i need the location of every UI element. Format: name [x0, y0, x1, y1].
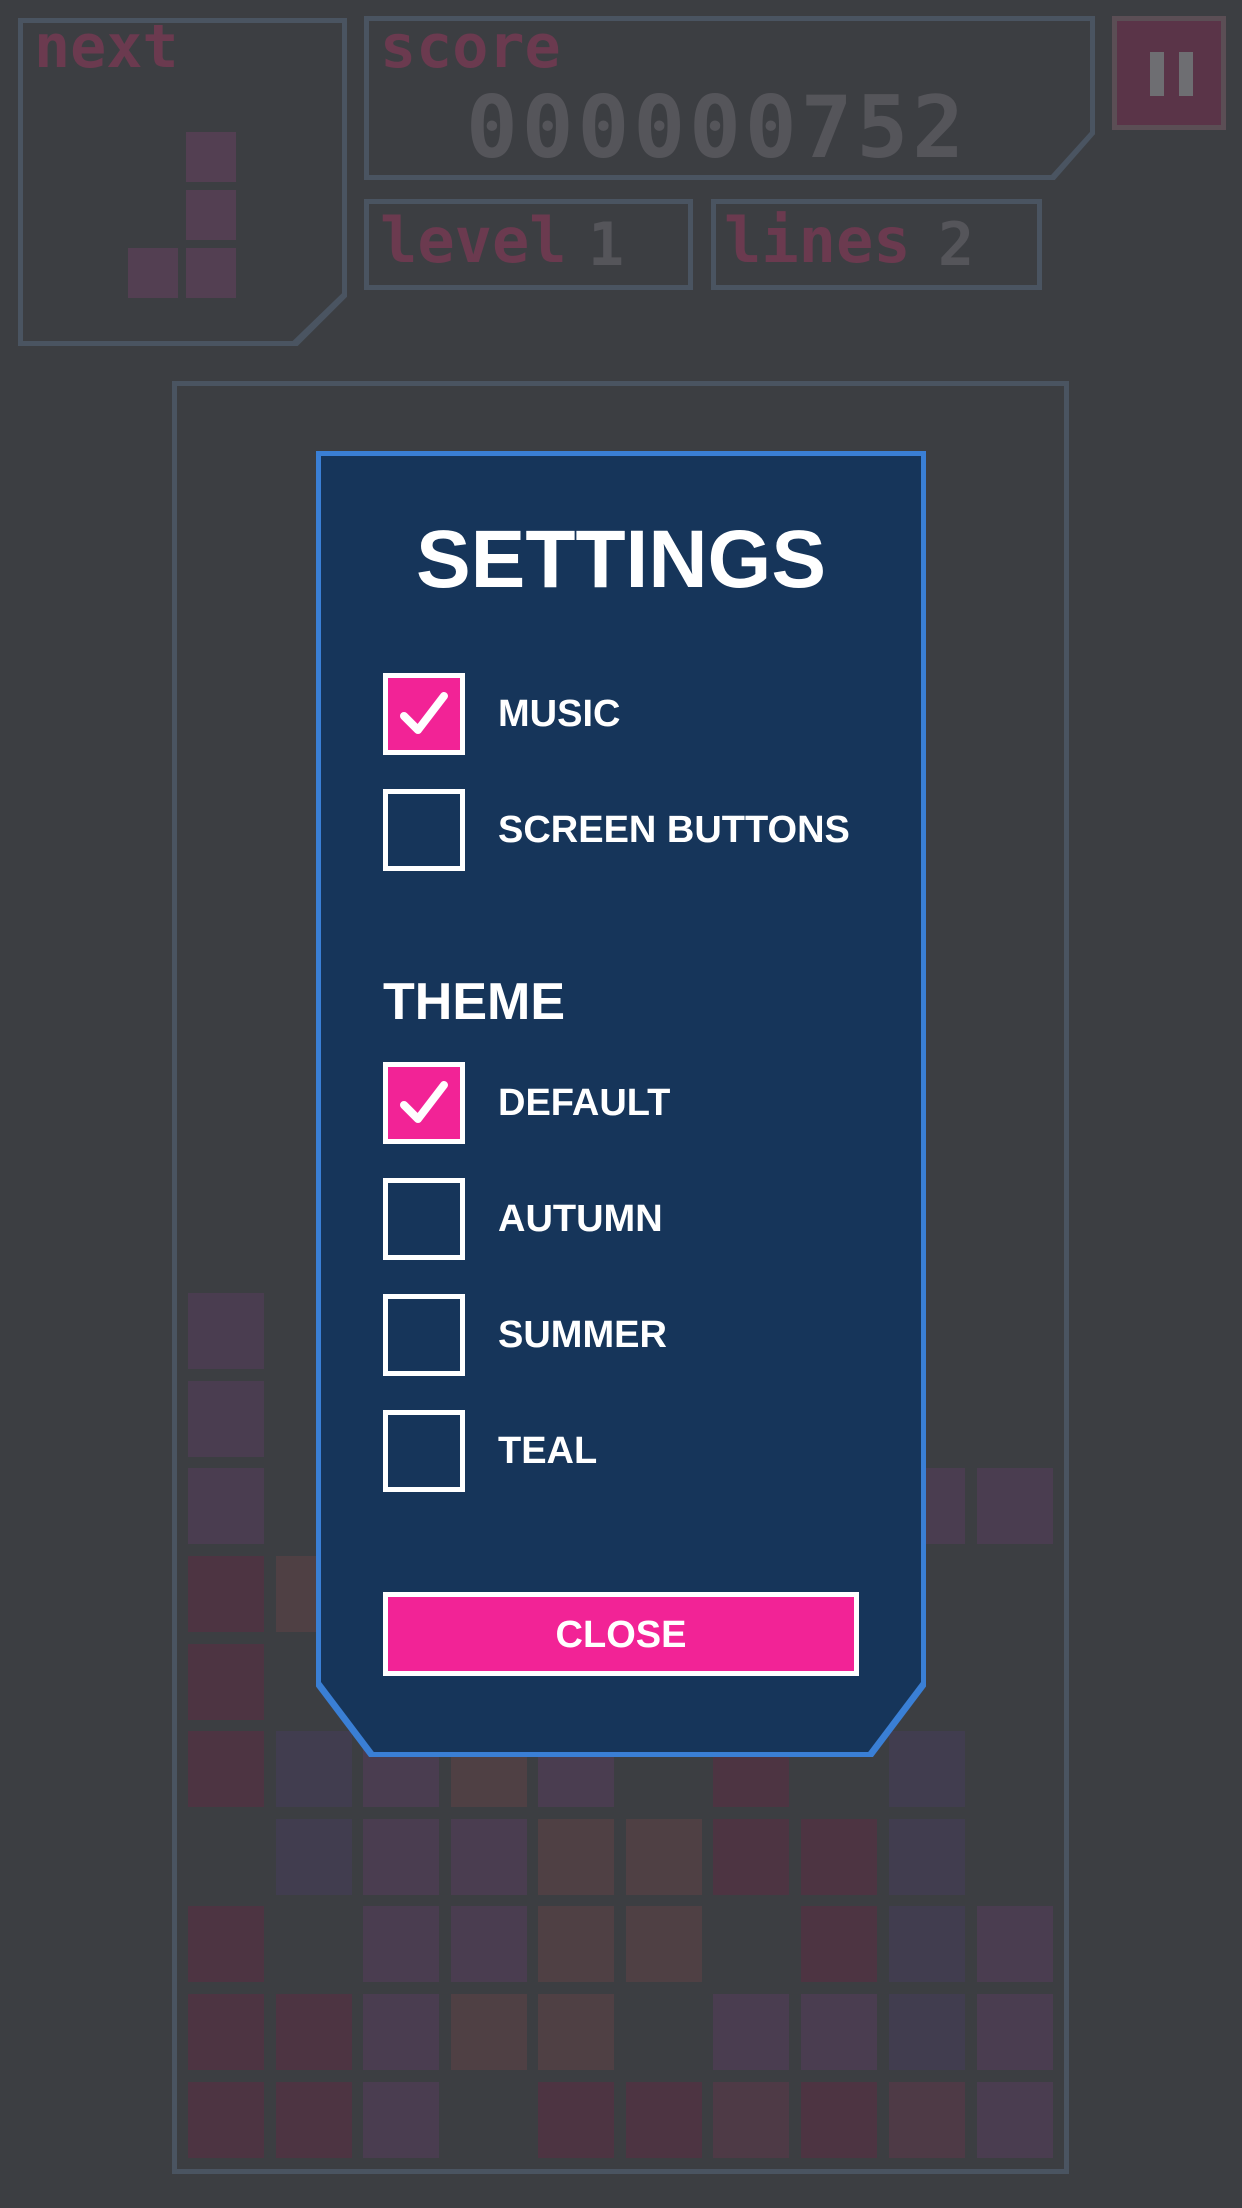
pause-button[interactable] [1112, 16, 1226, 130]
board-block [188, 1556, 264, 1632]
board-block [188, 1293, 264, 1369]
board-block [363, 1906, 439, 1982]
board-block [713, 2082, 789, 2158]
score-value: 000000752 [466, 78, 968, 178]
theme-default-checkbox[interactable] [383, 1062, 465, 1144]
board-block [451, 1906, 527, 1982]
board-block [889, 1731, 965, 1807]
board-block [977, 1994, 1053, 2070]
board-block [276, 1731, 352, 1807]
theme-default-label: DEFAULT [498, 1082, 671, 1124]
board-block [977, 1468, 1053, 1544]
board-block [713, 1819, 789, 1895]
board-block [188, 1994, 264, 2070]
board-block [801, 2082, 877, 2158]
next-label: next [34, 12, 179, 82]
theme-heading: THEME [383, 973, 565, 1031]
board-block [626, 2082, 702, 2158]
next-piece-block [128, 248, 178, 298]
theme-teal-checkbox[interactable] [383, 1410, 465, 1492]
board-block [626, 1906, 702, 1982]
board-block [188, 1906, 264, 1982]
board-block [889, 2082, 965, 2158]
board-block [801, 1819, 877, 1895]
checkmark-icon [400, 1081, 448, 1123]
screen-buttons-checkbox[interactable] [383, 789, 465, 871]
board-block [538, 1819, 614, 1895]
board-block [276, 1819, 352, 1895]
board-block [276, 1994, 352, 2070]
theme-summer-checkbox[interactable] [383, 1294, 465, 1376]
board-block [188, 1644, 264, 1720]
pause-icon [1179, 52, 1193, 96]
pause-icon [1150, 52, 1164, 96]
close-button[interactable]: CLOSE [383, 1592, 859, 1676]
board-block [188, 1381, 264, 1457]
board-block [188, 1731, 264, 1807]
board-block [889, 1994, 965, 2070]
lines-label: lines [724, 204, 911, 277]
settings-title: SETTINGS [415, 514, 827, 605]
screen-buttons-label: SCREEN BUTTONS [498, 809, 850, 851]
theme-teal-label: TEAL [498, 1430, 598, 1472]
next-piece-block [186, 190, 236, 240]
theme-autumn-label: AUTUMN [498, 1198, 663, 1240]
board-block [801, 1906, 877, 1982]
level-value: 1 [588, 210, 625, 280]
board-block [363, 2082, 439, 2158]
board-block [977, 2082, 1053, 2158]
board-block [538, 1994, 614, 2070]
board-block [713, 1994, 789, 2070]
next-piece-block [186, 132, 236, 182]
theme-summer-label: SUMMER [498, 1314, 667, 1356]
board-block [276, 2082, 352, 2158]
score-label: score [380, 12, 561, 82]
board-block [626, 1819, 702, 1895]
music-label: MUSIC [498, 693, 621, 735]
board-block [363, 1994, 439, 2070]
board-block [801, 1994, 877, 2070]
board-block [889, 1906, 965, 1982]
lines-value: 2 [938, 210, 975, 280]
level-label: level [380, 204, 567, 277]
board-block [363, 1819, 439, 1895]
board-block [451, 1994, 527, 2070]
board-block [188, 1468, 264, 1544]
board-block [188, 2082, 264, 2158]
next-piece-block [186, 248, 236, 298]
checkmark-icon [400, 692, 448, 734]
board-block [538, 2082, 614, 2158]
board-block [538, 1906, 614, 1982]
board-block [889, 1819, 965, 1895]
board-block [977, 1906, 1053, 1982]
theme-autumn-checkbox[interactable] [383, 1178, 465, 1260]
board-block [451, 1819, 527, 1895]
music-checkbox[interactable] [383, 673, 465, 755]
